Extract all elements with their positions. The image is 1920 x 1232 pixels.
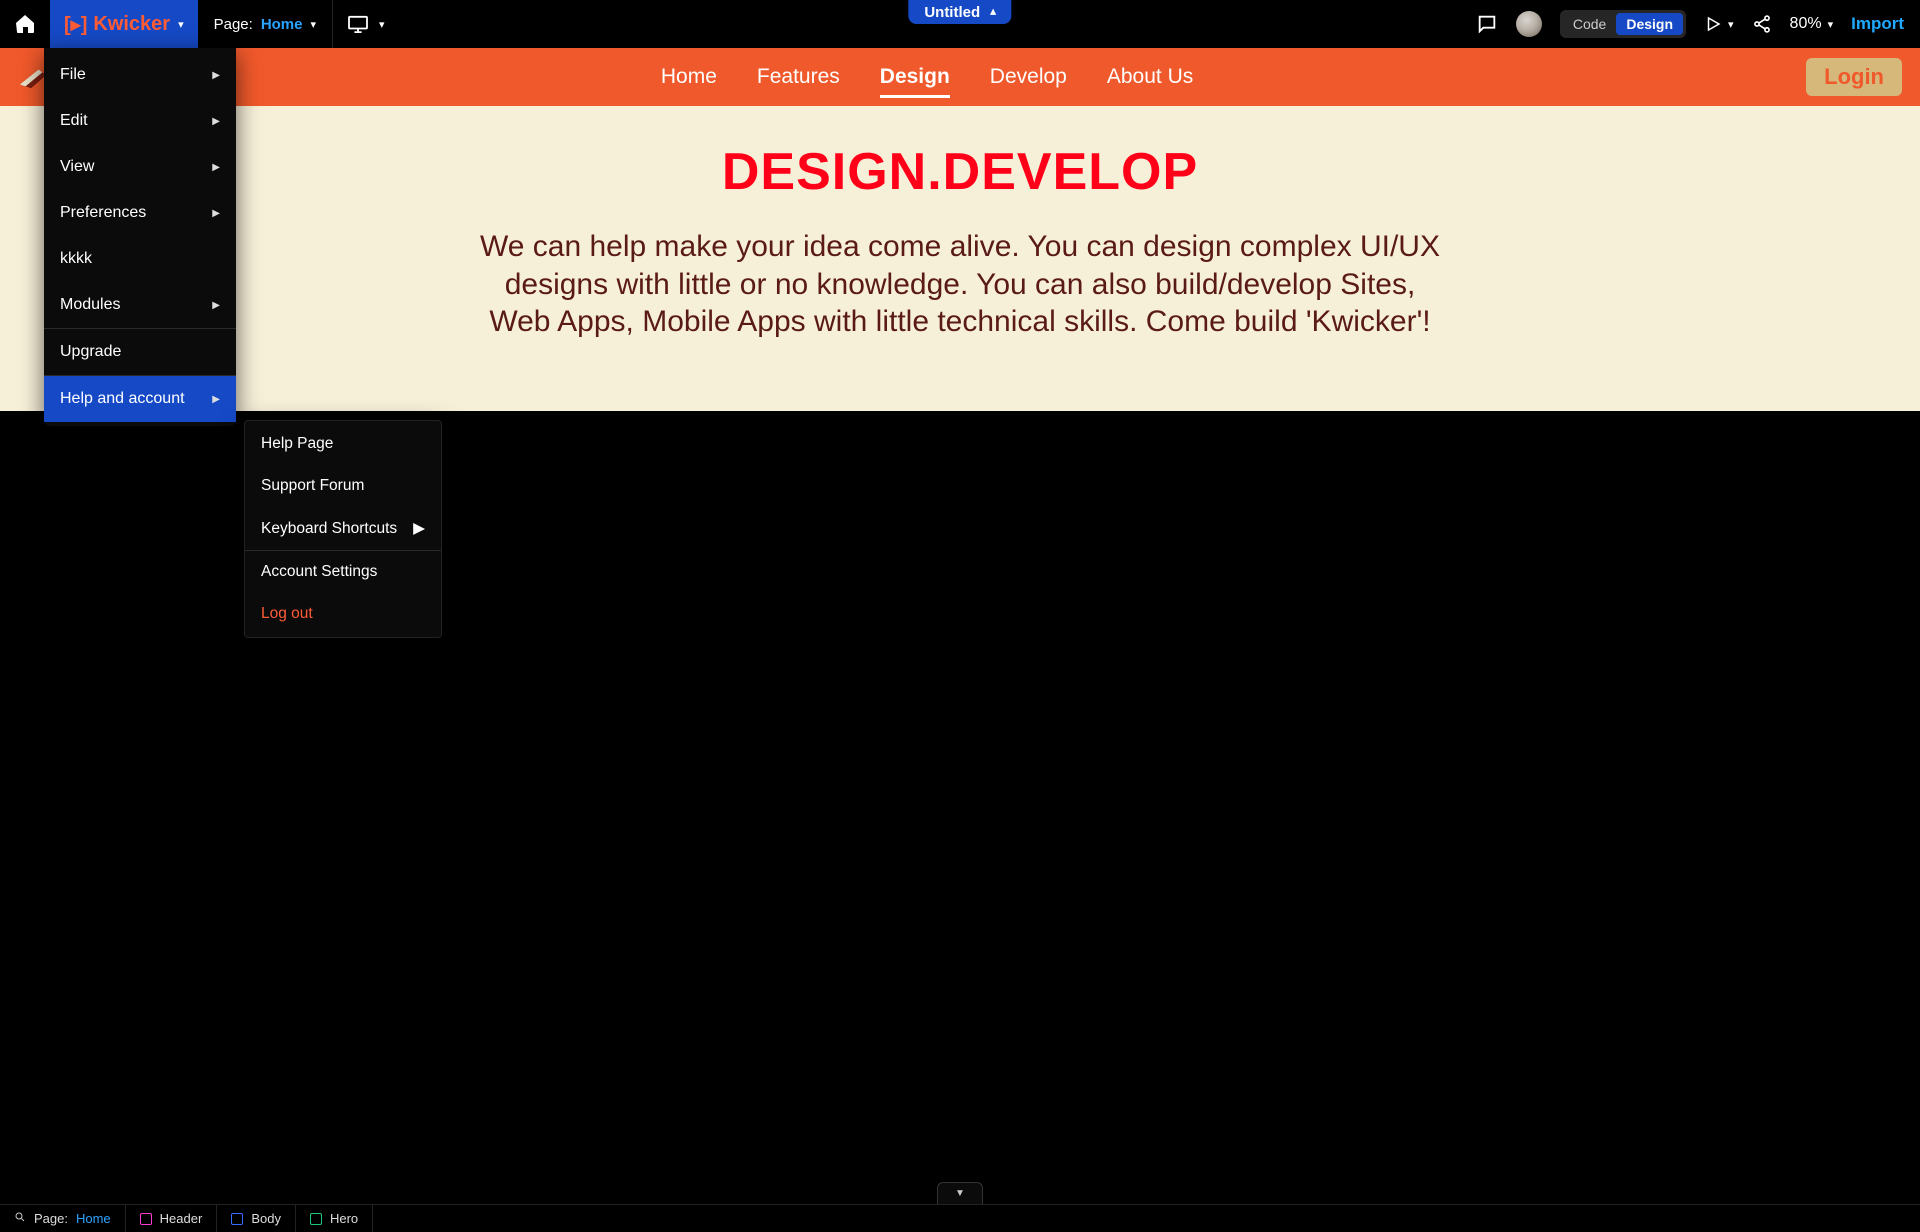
desktop-icon [347, 15, 369, 33]
play-icon [1704, 15, 1722, 33]
menu-item-help-and-account[interactable]: Help and account ▶ [44, 375, 236, 422]
menu-item-preferences[interactable]: Preferences ▶ [44, 190, 236, 236]
page-frame: HomeFeaturesDesignDevelopAbout Us Login … [0, 48, 1920, 411]
project-title-dropdown[interactable]: Untitled ▾ [908, 0, 1011, 24]
menu-item-label: Modules [60, 296, 120, 314]
submenu-item-help-page[interactable]: Help Page [245, 423, 441, 465]
triangle-right-icon: ▶ [212, 208, 220, 219]
chevron-down-icon: ▾ [311, 18, 317, 31]
avatar[interactable] [1516, 11, 1542, 37]
breadcrumb-page[interactable]: Page: Home [0, 1205, 126, 1232]
layer-icon [310, 1213, 322, 1225]
triangle-down-icon: ▼ [955, 1188, 965, 1199]
speech-bubble-icon [1476, 13, 1498, 35]
home-button[interactable] [0, 0, 50, 48]
breadcrumb-item-body[interactable]: Body [217, 1205, 296, 1232]
search-icon [14, 1211, 26, 1226]
triangle-right-icon: ▶ [212, 70, 220, 81]
submenu-item-label: Account Settings [261, 563, 377, 581]
nav-item-features[interactable]: Features [757, 65, 840, 89]
home-icon [13, 12, 37, 36]
menu-item-modules[interactable]: Modules ▶ [44, 282, 236, 328]
submenu-item-label: Help Page [261, 435, 333, 453]
menu-item-label: File [60, 66, 86, 84]
chevron-up-icon: ▾ [990, 6, 996, 19]
page-label: Page: [214, 16, 253, 33]
menu-item-view[interactable]: View ▶ [44, 144, 236, 190]
hero-section: DESIGN.DEVELOP We can help make your ide… [0, 106, 1920, 411]
hero-body: We can help make your idea come alive. Y… [470, 228, 1450, 341]
triangle-right-icon: ▶ [413, 519, 425, 538]
layer-icon [231, 1213, 243, 1225]
page-dropdown[interactable]: Page: Home ▾ [198, 0, 333, 48]
menu-item-label: Preferences [60, 204, 146, 222]
breadcrumb-page-label: Page: [34, 1211, 68, 1226]
bottom-panel-toggle[interactable]: ▼ [937, 1182, 983, 1204]
menu-item-file[interactable]: File ▶ [44, 52, 236, 98]
site-header: Home Features Design Develop About Us Login [0, 48, 1920, 106]
submenu-item-keyboard-shortcuts[interactable]: Keyboard Shortcuts ▶ [245, 507, 441, 550]
login-button[interactable]: Login [1806, 58, 1902, 96]
help-submenu: Help Page Support Forum Keyboard Shortcuts… [244, 420, 442, 638]
mode-code[interactable]: Code [1563, 13, 1616, 35]
chevron-down-icon: ▾ [379, 18, 385, 31]
menu-item-label: Edit [60, 112, 88, 130]
zoom-dropdown[interactable]: 80% ▾ [1790, 15, 1834, 33]
page-value: Home [261, 16, 303, 33]
import-button[interactable]: Import [1851, 14, 1904, 34]
nav-item-design[interactable]: Design [880, 65, 950, 98]
menu-item-label: Upgrade [60, 343, 121, 361]
breadcrumb-item-header[interactable]: Header [126, 1205, 218, 1232]
triangle-right-icon: ▶ [212, 300, 220, 311]
submenu-item-label: Log out [261, 605, 313, 623]
menu-item-label: kkkk [60, 250, 92, 268]
layer-icon [140, 1213, 152, 1225]
main-menu: File ▶ Edit ▶ View ▶ Preferences ▶ kkkk Modules ▶ U… [44, 48, 236, 426]
submenu-item-label: Support Forum [261, 477, 364, 495]
mode-toggle: Code Design [1560, 10, 1686, 38]
top-bar: [▸]Kwicker ▾ Page: Home ▾ ▾ Untitled ▾ C… [0, 0, 1920, 48]
menu-item-kkkk[interactable]: kkkk [44, 236, 236, 282]
project-title: Untitled [924, 4, 980, 21]
device-dropdown[interactable]: ▾ [333, 0, 399, 48]
brand-dropdown[interactable]: [▸]Kwicker ▾ [50, 0, 198, 48]
menu-item-upgrade[interactable]: Upgrade [44, 328, 236, 375]
breadcrumb-page-value: Home [76, 1211, 111, 1226]
nav-item-about-us[interactable]: About Us [1107, 65, 1193, 89]
site-nav: HomeFeaturesDesignDevelopAbout Us [48, 65, 1806, 89]
triangle-right-icon: ▶ [212, 116, 220, 127]
right-tools: Code Design ▾ 80% ▾ Import [1476, 0, 1920, 48]
menu-item-edit[interactable]: Edit ▶ [44, 98, 236, 144]
breadcrumb-label: Hero [330, 1211, 358, 1226]
brand-logo: [▸]Kwicker [64, 12, 170, 37]
submenu-item-account-settings[interactable]: Account Settings [245, 550, 441, 593]
submenu-item-support-forum[interactable]: Support Forum [245, 465, 441, 507]
triangle-right-icon: ▶ [212, 162, 220, 173]
comments-button[interactable] [1476, 13, 1498, 35]
chevron-down-icon: ▾ [1728, 18, 1734, 31]
breadcrumb-bar: Page: Home Header Body Hero [0, 1204, 1920, 1232]
breadcrumb-label: Header [160, 1211, 203, 1226]
nav-item-home[interactable]: Home [661, 65, 717, 89]
breadcrumb-label: Body [251, 1211, 281, 1226]
chevron-down-icon: ▾ [1828, 18, 1834, 31]
share-button[interactable] [1752, 14, 1772, 34]
submenu-item-label: Keyboard Shortcuts [261, 520, 397, 538]
menu-item-label: Help and account [60, 390, 185, 408]
nav-item-develop[interactable]: Develop [990, 65, 1067, 89]
menu-item-label: View [60, 158, 94, 176]
breadcrumb-item-hero[interactable]: Hero [296, 1205, 373, 1232]
mode-design[interactable]: Design [1616, 13, 1683, 35]
hero-title: DESIGN.DEVELOP [30, 142, 1890, 202]
triangle-right-icon: ▶ [212, 394, 220, 405]
submenu-item-log-out[interactable]: Log out [245, 593, 441, 635]
zoom-value: 80% [1790, 15, 1822, 33]
play-button[interactable]: ▾ [1704, 15, 1734, 33]
share-icon [1752, 14, 1772, 34]
chevron-down-icon: ▾ [178, 18, 184, 31]
